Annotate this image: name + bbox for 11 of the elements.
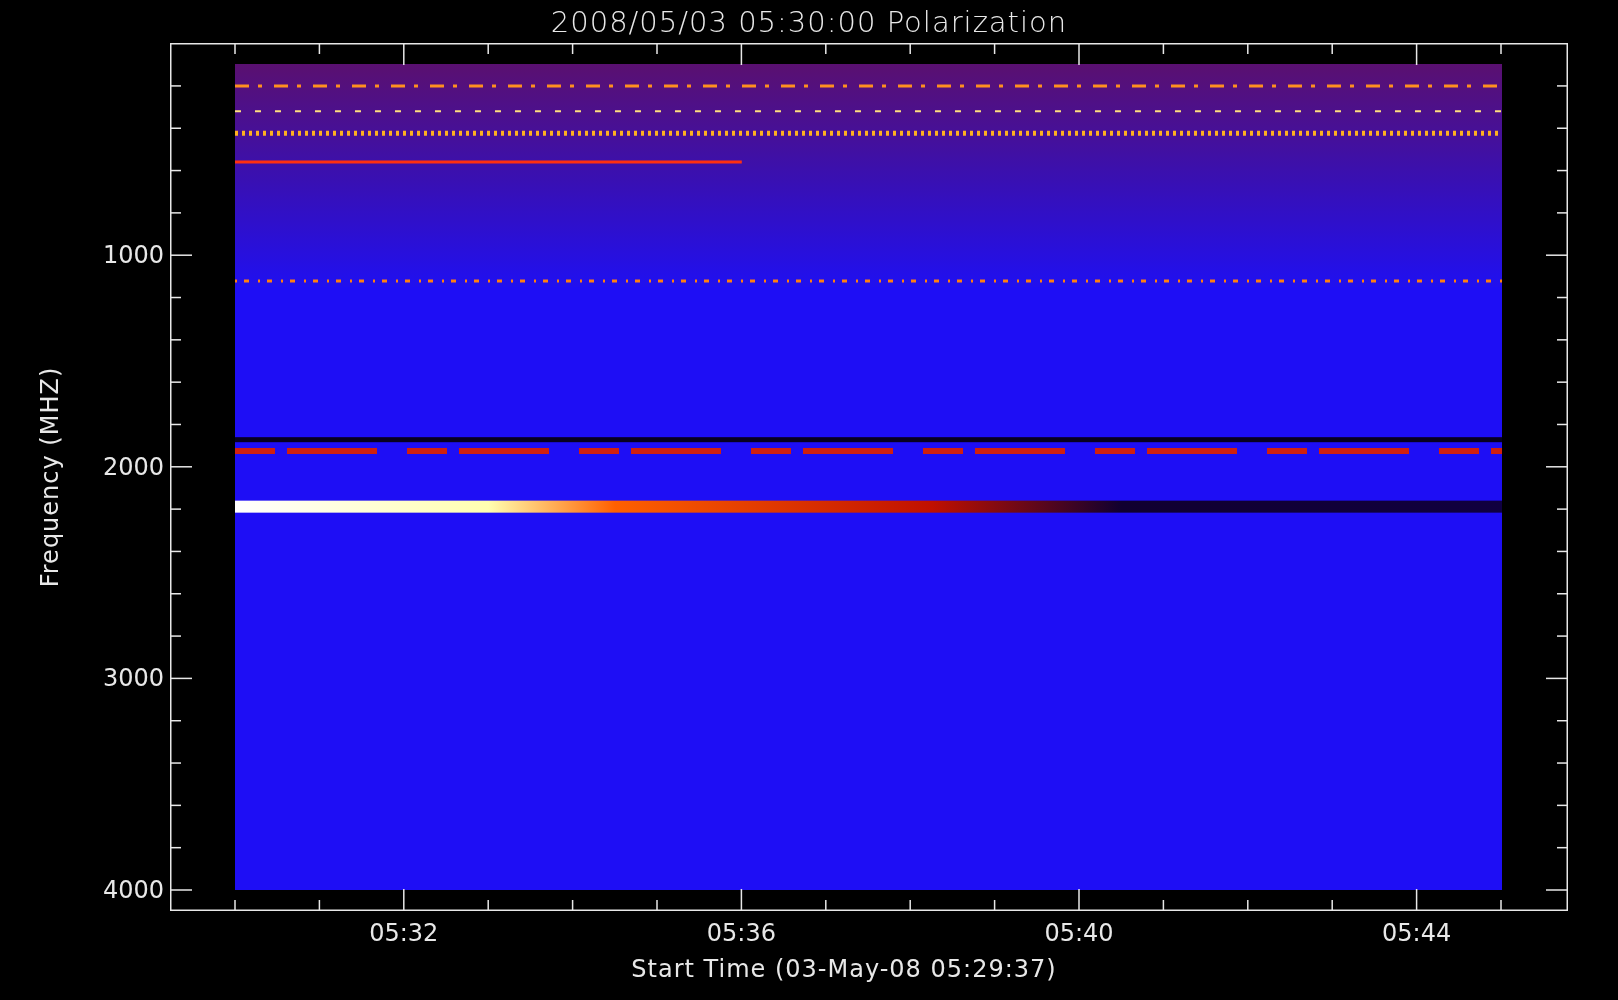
y-tick-label: 3000	[102, 664, 164, 693]
y-axis-label: Frequency (MHZ)	[36, 366, 64, 588]
y-tick-label: 2000	[102, 452, 164, 481]
y-tick-label: 4000	[102, 876, 164, 904]
x-tick-label: 05:36	[706, 919, 776, 947]
x-tick-label: 05:32	[369, 919, 439, 947]
x-tick-label: 05:40	[1044, 919, 1114, 947]
x-tick-label: 05:44	[1382, 919, 1452, 947]
y-tick-label: 1000	[102, 241, 164, 270]
chart-title: 2008/05/03 05:30:00 Polarization	[550, 4, 1068, 39]
x-axis-label: Start Time (03-May-08 05:29:37)	[631, 955, 1057, 983]
